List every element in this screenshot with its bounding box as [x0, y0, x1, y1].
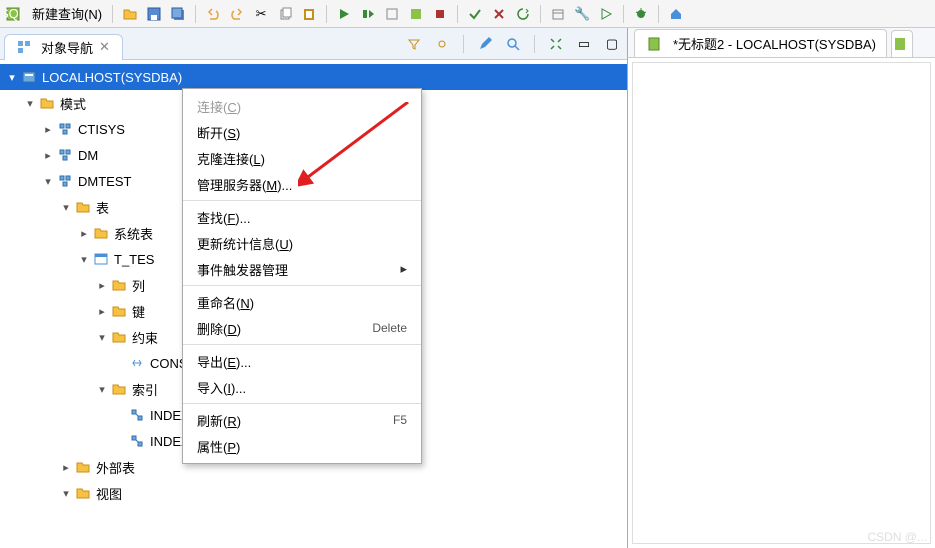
table-icon — [92, 250, 110, 268]
new-query-label[interactable]: 新建查询(N) — [28, 4, 106, 23]
context-menu: 连接(C) 断开(S) 克隆连接(L) 管理服务器(M)... 查找(F)...… — [182, 88, 422, 464]
main-toolbar: SQL 新建查询(N) ✂ 🔧 — [0, 0, 935, 28]
index-icon — [128, 406, 146, 424]
new-query-btn[interactable]: SQL — [4, 3, 26, 25]
nav-panel-header: 对象导航 ✕ ▭ ▢ — [0, 28, 627, 60]
close-icon[interactable]: ✕ — [97, 39, 112, 55]
ctx-disconnect[interactable]: 断开(S) — [183, 119, 421, 145]
separator — [183, 200, 421, 201]
separator — [540, 5, 541, 23]
script-icon[interactable] — [381, 3, 403, 25]
tool-icon[interactable]: 🔧 — [571, 3, 593, 25]
ctx-update-stats[interactable]: 更新统计信息(U) — [183, 230, 421, 256]
tree-root[interactable]: ▾ LOCALHOST(SYSDBA) — [0, 64, 627, 90]
schema-icon — [56, 146, 74, 164]
filter-icon[interactable] — [403, 33, 425, 55]
ctx-manage-server[interactable]: 管理服务器(M)... — [183, 171, 421, 197]
tree-label: LOCALHOST(SYSDBA) — [42, 70, 182, 85]
separator — [112, 5, 113, 23]
debug-icon[interactable] — [630, 3, 652, 25]
play-script-icon[interactable] — [595, 3, 617, 25]
ctx-refresh[interactable]: 刷新(R)F5 — [183, 407, 421, 433]
tree-icon — [15, 38, 33, 56]
save-icon[interactable] — [143, 3, 165, 25]
ctx-triggers[interactable]: 事件触发器管理▸ — [183, 256, 421, 282]
folder-open-icon[interactable] — [119, 3, 141, 25]
nav-tab-title: 对象导航 — [41, 38, 93, 57]
editor-tab-partial[interactable] — [891, 30, 913, 57]
schema-icon — [56, 172, 74, 190]
separator — [463, 35, 464, 53]
folder-icon — [74, 198, 92, 216]
shortcut-label: Delete — [372, 321, 407, 335]
server-icon — [20, 68, 38, 86]
separator — [623, 5, 624, 23]
nav-tab[interactable]: 对象导航 ✕ — [4, 34, 123, 60]
shortcut-label: F5 — [393, 413, 407, 427]
explain-icon[interactable] — [405, 3, 427, 25]
ctx-connect[interactable]: 连接(C) — [183, 93, 421, 119]
copy-icon[interactable] — [274, 3, 296, 25]
submenu-arrow-icon: ▸ — [400, 261, 407, 277]
ctx-find[interactable]: 查找(F)... — [183, 204, 421, 230]
stop-icon[interactable] — [429, 3, 451, 25]
index-icon — [128, 432, 146, 450]
check-icon[interactable] — [464, 3, 486, 25]
maximize-icon[interactable]: ▢ — [601, 33, 623, 55]
search-icon[interactable] — [502, 33, 524, 55]
edit-icon[interactable] — [474, 33, 496, 55]
constraint-icon — [128, 354, 146, 372]
refresh-icon[interactable] — [512, 3, 534, 25]
folder-icon — [110, 380, 128, 398]
editor-tab-title: *无标题2 - LOCALHOST(SYSDBA) — [673, 34, 876, 53]
run-icon[interactable] — [333, 3, 355, 25]
folder-icon — [110, 328, 128, 346]
separator — [183, 344, 421, 345]
cancel-icon[interactable] — [488, 3, 510, 25]
separator — [326, 5, 327, 23]
folder-icon — [92, 224, 110, 242]
undo-icon[interactable] — [202, 3, 224, 25]
step-icon[interactable] — [357, 3, 379, 25]
ctx-rename[interactable]: 重命名(N) — [183, 289, 421, 315]
link-icon[interactable] — [431, 33, 453, 55]
editor-tab-bar: *无标题2 - LOCALHOST(SYSDBA) — [628, 28, 935, 58]
editor-pane: *无标题2 - LOCALHOST(SYSDBA) — [628, 28, 935, 548]
svg-text:SQL: SQL — [5, 6, 21, 21]
editor-tab[interactable]: *无标题2 - LOCALHOST(SYSDBA) — [634, 29, 887, 57]
separator — [658, 5, 659, 23]
watermark: CSDN @... — [867, 530, 927, 544]
folder-icon — [38, 94, 56, 112]
calendar-icon[interactable] — [547, 3, 569, 25]
separator — [534, 35, 535, 53]
separator — [457, 5, 458, 23]
separator — [183, 285, 421, 286]
ctx-properties[interactable]: 属性(P) — [183, 433, 421, 459]
save-all-icon[interactable] — [167, 3, 189, 25]
ctx-export[interactable]: 导出(E)... — [183, 348, 421, 374]
ctx-delete[interactable]: 删除(D)Delete — [183, 315, 421, 341]
cut-icon[interactable]: ✂ — [250, 3, 272, 25]
folder-icon — [74, 484, 92, 502]
folder-icon — [110, 276, 128, 294]
separator — [195, 5, 196, 23]
home-icon[interactable] — [665, 3, 687, 25]
collapse-icon[interactable]: ▾ — [4, 71, 20, 84]
sql-file-icon — [893, 35, 907, 53]
redo-icon[interactable] — [226, 3, 248, 25]
expand-icon[interactable] — [545, 33, 567, 55]
separator — [183, 403, 421, 404]
sql-editor[interactable] — [632, 62, 931, 544]
tree-views[interactable]: ▾视图 — [0, 480, 627, 506]
sql-file-icon — [645, 35, 663, 53]
paste-icon[interactable] — [298, 3, 320, 25]
ctx-import[interactable]: 导入(I)... — [183, 374, 421, 400]
minimize-icon[interactable]: ▭ — [573, 33, 595, 55]
ctx-clone[interactable]: 克隆连接(L) — [183, 145, 421, 171]
sql-icon: SQL — [4, 5, 22, 23]
folder-icon — [74, 458, 92, 476]
schema-icon — [56, 120, 74, 138]
folder-icon — [110, 302, 128, 320]
